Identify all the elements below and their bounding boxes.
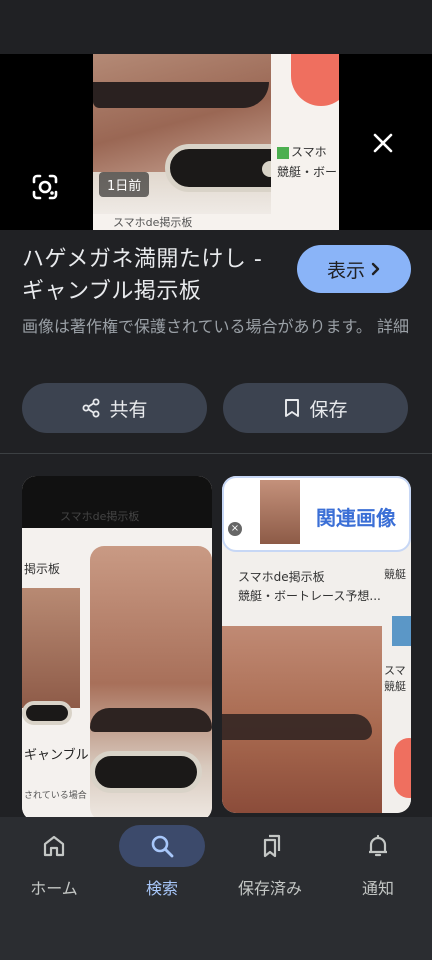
result-title[interactable]: ハゲメガネ満開たけし - ギャンブル掲示板	[22, 244, 284, 308]
tile2-blue-tag	[392, 616, 411, 646]
close-button[interactable]	[366, 126, 400, 160]
related-image-tile-2[interactable]: × 関連画像 スマホde掲示板 競艇・ボートレース予想... 競艇 スマ 競艇	[222, 476, 411, 813]
tile1-glasses-a	[22, 701, 72, 725]
nav-search-icon-wrap	[119, 825, 205, 867]
tile2-side-1: 競艇	[384, 568, 406, 581]
tile2-line2: 競艇・ボートレース予想...	[238, 589, 381, 603]
share-icon	[82, 398, 100, 418]
saved-icon	[263, 834, 281, 858]
nav-saved-icon-wrap	[227, 825, 313, 867]
image-preview[interactable]: スマホ 競艇・ボー スマホde掲示板 1日前	[0, 54, 432, 230]
tile2-side-2: スマ	[384, 664, 406, 677]
tag-icon	[277, 146, 289, 159]
tile1-gamble-text: ギャンブル	[24, 748, 89, 763]
preview-image[interactable]: スマホ 競艇・ボー スマホde掲示板	[93, 54, 339, 230]
search-icon	[151, 835, 174, 858]
share-button[interactable]: 共有	[22, 383, 207, 433]
preview-card-line1: スマホ	[291, 145, 327, 159]
copyright-notice[interactable]: 画像は著作権で保護されている場合があります。 詳細	[22, 314, 412, 340]
preview-card-text: スマホ 競艇・ボー	[277, 142, 337, 182]
preview-bottom-text: スマホde掲示板	[93, 214, 339, 230]
home-icon	[43, 835, 65, 857]
nav-notifications-label: 通知	[361, 879, 394, 898]
tile2-text: スマホde掲示板 競艇・ボートレース予想...	[222, 568, 411, 606]
tile2-eyebrow	[222, 714, 372, 740]
lens-button[interactable]	[28, 170, 62, 204]
related-images-card[interactable]: × 関連画像	[222, 476, 411, 552]
action-row: 共有 保存	[22, 383, 408, 433]
related-image-tile-1[interactable]: スマホde掲示板 掲示板 ギャンブル されている場合	[22, 476, 212, 821]
nav-home-icon-wrap	[11, 825, 97, 867]
nav-notifications-icon-wrap	[335, 825, 421, 867]
chevron-right-icon	[371, 262, 380, 276]
nav-saved-label: 保存済み	[237, 879, 302, 898]
bell-icon	[369, 834, 387, 857]
lens-icon	[32, 174, 58, 200]
time-chip: 1日前	[99, 172, 150, 197]
bookmark-icon	[285, 399, 300, 417]
nav-search-label: 検索	[145, 879, 178, 898]
visit-label: 表示	[326, 260, 365, 282]
tile1-side-label: 掲示板	[24, 562, 61, 576]
preview-eyebrow	[93, 82, 269, 108]
save-label: 保存	[309, 399, 348, 421]
status-bar	[0, 0, 432, 54]
bottom-navigation: ホーム 検索 保存済み 通知	[0, 817, 432, 960]
tile1-face-a	[22, 588, 80, 708]
tile2-side-3: 競艇	[384, 680, 406, 693]
close-small-icon: ×	[228, 522, 242, 536]
tile1-header: スマホde掲示板	[22, 476, 212, 528]
related-thumb	[260, 480, 300, 544]
nav-search[interactable]: 検索	[108, 817, 216, 907]
share-label: 共有	[109, 399, 148, 421]
preview-card-line2: 競艇・ボー	[277, 165, 338, 179]
tile1-small-text: されている場合	[24, 791, 87, 801]
tile1-eyebrow	[90, 708, 212, 732]
tile1-glasses-b	[90, 751, 202, 793]
nav-notifications[interactable]: 通知	[324, 817, 432, 907]
nav-home-label: ホーム	[30, 879, 78, 898]
save-button[interactable]: 保存	[223, 383, 408, 433]
nav-saved[interactable]: 保存済み	[216, 817, 324, 907]
visit-button[interactable]: 表示	[297, 245, 411, 293]
divider	[0, 453, 432, 454]
nav-home[interactable]: ホーム	[0, 817, 108, 907]
close-icon	[373, 133, 393, 153]
tile2-red-shape	[394, 738, 411, 798]
related-images-label: 関連画像	[316, 506, 396, 530]
